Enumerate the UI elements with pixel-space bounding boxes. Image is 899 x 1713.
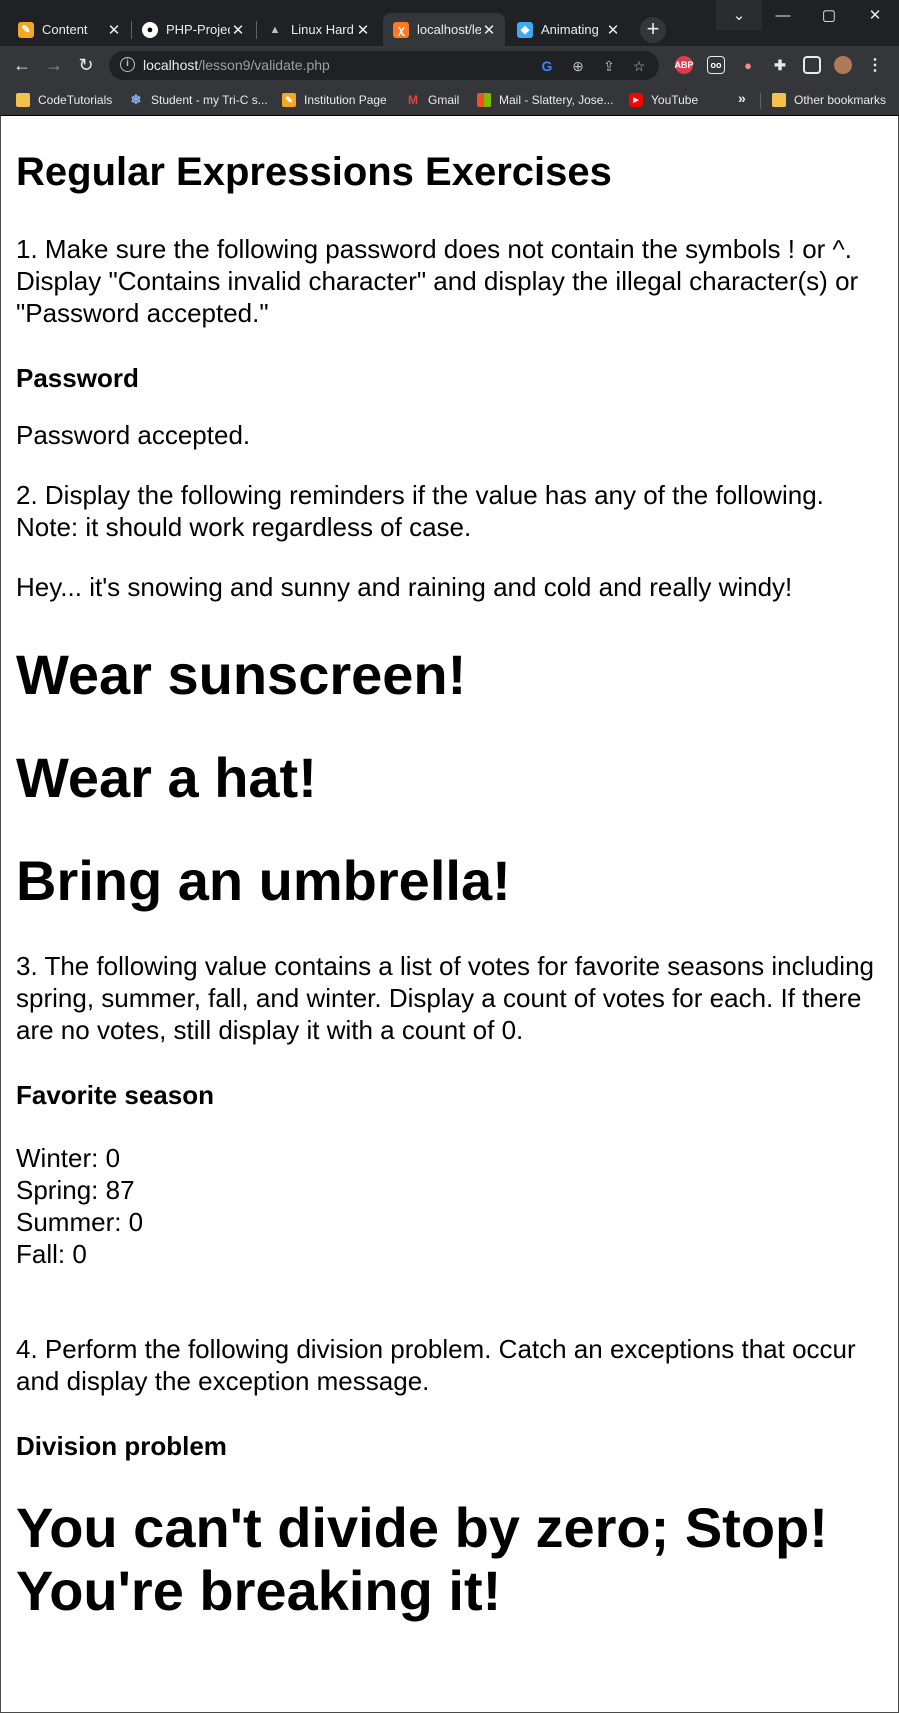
- bookmark-codetutorials[interactable]: CodeTutorials: [16, 91, 112, 109]
- bookmark-label: CodeTutorials: [38, 93, 113, 107]
- minimize-icon: —: [775, 6, 791, 24]
- browser-chrome: ✎ Content ✕ ● PHP-Projec ✕ ▲ Linux Hard …: [0, 0, 899, 116]
- address-bar[interactable]: i localhost/lesson9/validate.php G ⊕ ⇪ ☆: [109, 51, 659, 80]
- pencil-icon: ✎: [282, 93, 296, 107]
- q2-instructions: 2. Display the following reminders if th…: [16, 480, 824, 542]
- bookmark-label: Student - my Tri-C s...: [151, 93, 268, 107]
- tab-localhost[interactable]: ꭓ localhost/le ✕: [383, 13, 505, 46]
- q3-instructions: 3. The following value contains a list o…: [16, 951, 874, 1045]
- close-icon[interactable]: ✕: [355, 21, 371, 39]
- close-icon[interactable]: ✕: [481, 21, 497, 39]
- zoom-icon[interactable]: ⊕: [569, 57, 587, 75]
- tab-label: PHP-Projec: [166, 22, 230, 37]
- bookmark-label: Mail - Slattery, Jose...: [499, 93, 614, 107]
- adblock-label: ABP: [674, 60, 694, 70]
- linux-icon: ▲: [267, 21, 283, 38]
- bookmark-label: Institution Page: [304, 93, 387, 107]
- bookmark-label: Gmail: [428, 93, 460, 107]
- navigation-toolbar: ← → ↻ i localhost/lesson9/validate.php G…: [0, 46, 899, 84]
- q1-result: Password accepted.: [16, 420, 251, 450]
- maximize-button[interactable]: ▢: [806, 0, 852, 30]
- github-icon: ●: [142, 21, 158, 38]
- tab-label: localhost/le: [417, 22, 481, 37]
- extension-glasses-icon[interactable]: oo: [707, 56, 725, 74]
- arrow-left-icon: ←: [13, 55, 31, 75]
- season-count: Spring: 87: [16, 1175, 135, 1205]
- q1-instructions: 1. Make sure the following password does…: [16, 234, 859, 328]
- tab-label: Linux Hard: [291, 22, 354, 37]
- reload-icon: ↻: [78, 55, 94, 75]
- season-count: Summer: 0: [16, 1207, 144, 1237]
- reminder-umbrella: Bring an umbrella!: [16, 849, 511, 912]
- reminder-hat: Wear a hat!: [16, 746, 317, 809]
- bookmarks-divider: [760, 93, 761, 109]
- page-viewport: Regular Expressions Exercises 1. Make su…: [0, 116, 899, 1713]
- bookmark-gmail[interactable]: M Gmail: [406, 91, 459, 109]
- minimize-button[interactable]: —: [760, 0, 806, 30]
- tab-strip: ✎ Content ✕ ● PHP-Projec ✕ ▲ Linux Hard …: [0, 0, 899, 46]
- bookmark-label: YouTube: [651, 93, 699, 107]
- codepen-icon: ◆: [517, 21, 533, 38]
- url-host: localhost: [143, 57, 199, 73]
- microsoft-icon: [477, 93, 491, 107]
- bookmark-label: Other bookmarks: [794, 93, 887, 107]
- season-count: Winter: 0: [16, 1143, 121, 1173]
- q2-value: Hey... it's snowing and sunny and rainin…: [16, 572, 793, 602]
- google-icon[interactable]: G: [538, 57, 556, 75]
- youtube-icon: ▶: [629, 93, 643, 107]
- maximize-icon: ▢: [821, 7, 837, 24]
- close-window-button[interactable]: ✕: [852, 0, 898, 30]
- other-bookmarks[interactable]: Other bookmarks: [772, 91, 886, 109]
- more-bookmarks-button[interactable]: »: [738, 90, 746, 106]
- share-icon[interactable]: ⇪: [600, 57, 618, 75]
- bookmarks-bar: CodeTutorials ❄ Student - my Tri-C s... …: [0, 84, 899, 116]
- arrow-right-icon: →: [45, 55, 63, 75]
- exception-message-line1: You can't divide by zero; Stop!: [16, 1496, 828, 1559]
- url-path: /lesson9/validate.php: [198, 57, 330, 73]
- folder-icon: [16, 93, 30, 107]
- bookmark-student[interactable]: ❄ Student - my Tri-C s...: [129, 91, 268, 109]
- pencil-icon: ✎: [18, 21, 34, 38]
- tab-linux-hard[interactable]: ▲ Linux Hard ✕: [257, 13, 379, 46]
- tab-label: Content: [42, 22, 88, 37]
- q4-heading: Division problem: [16, 1431, 227, 1461]
- forward-button[interactable]: →: [42, 53, 66, 77]
- bookmark-youtube[interactable]: ▶ YouTube: [629, 91, 698, 109]
- tab-search-button[interactable]: ⌄: [716, 0, 762, 30]
- q4-instructions: 4. Perform the following division proble…: [16, 1334, 856, 1396]
- tab-animating[interactable]: ◆ Animating ✕: [507, 13, 629, 46]
- site-info-icon[interactable]: i: [120, 57, 135, 72]
- bookmark-star-icon[interactable]: ☆: [630, 57, 648, 75]
- back-button[interactable]: ←: [10, 53, 34, 77]
- avatar[interactable]: [834, 56, 852, 74]
- tab-php-project[interactable]: ● PHP-Projec ✕: [132, 13, 254, 46]
- new-tab-button[interactable]: +: [640, 17, 666, 43]
- close-icon[interactable]: ✕: [605, 21, 621, 39]
- extensions-puzzle-icon[interactable]: ✚: [771, 56, 789, 74]
- extension-flame-icon[interactable]: ●: [739, 56, 757, 74]
- reload-button[interactable]: ↻: [74, 53, 98, 77]
- url-text[interactable]: localhost/lesson9/validate.php: [143, 57, 330, 73]
- reminder-sunscreen: Wear sunscreen!: [16, 643, 467, 706]
- bookmark-mail[interactable]: Mail - Slattery, Jose...: [477, 91, 613, 109]
- menu-kebab-icon[interactable]: ⋮: [866, 56, 884, 74]
- page-title: Regular Expressions Exercises: [16, 150, 612, 194]
- q3-heading: Favorite season: [16, 1080, 214, 1110]
- close-icon[interactable]: ✕: [230, 21, 246, 39]
- adblock-icon[interactable]: ABP: [674, 56, 694, 74]
- chevron-down-icon: ⌄: [732, 7, 746, 24]
- close-icon: ✕: [868, 7, 882, 24]
- exception-message-line2: You're breaking it!: [16, 1559, 502, 1622]
- folder-icon: [772, 93, 786, 107]
- gmail-icon: M: [406, 93, 420, 107]
- side-panel-icon[interactable]: [803, 56, 821, 74]
- tab-content[interactable]: ✎ Content ✕: [8, 13, 130, 46]
- xampp-icon: ꭓ: [393, 21, 409, 38]
- close-icon[interactable]: ✕: [106, 21, 122, 39]
- season-count: Fall: 0: [16, 1239, 87, 1269]
- tab-label: Animating: [541, 22, 599, 37]
- snowflake-icon: ❄: [129, 92, 143, 107]
- q1-heading: Password: [16, 363, 139, 393]
- bookmark-institution-page[interactable]: ✎ Institution Page: [282, 91, 387, 109]
